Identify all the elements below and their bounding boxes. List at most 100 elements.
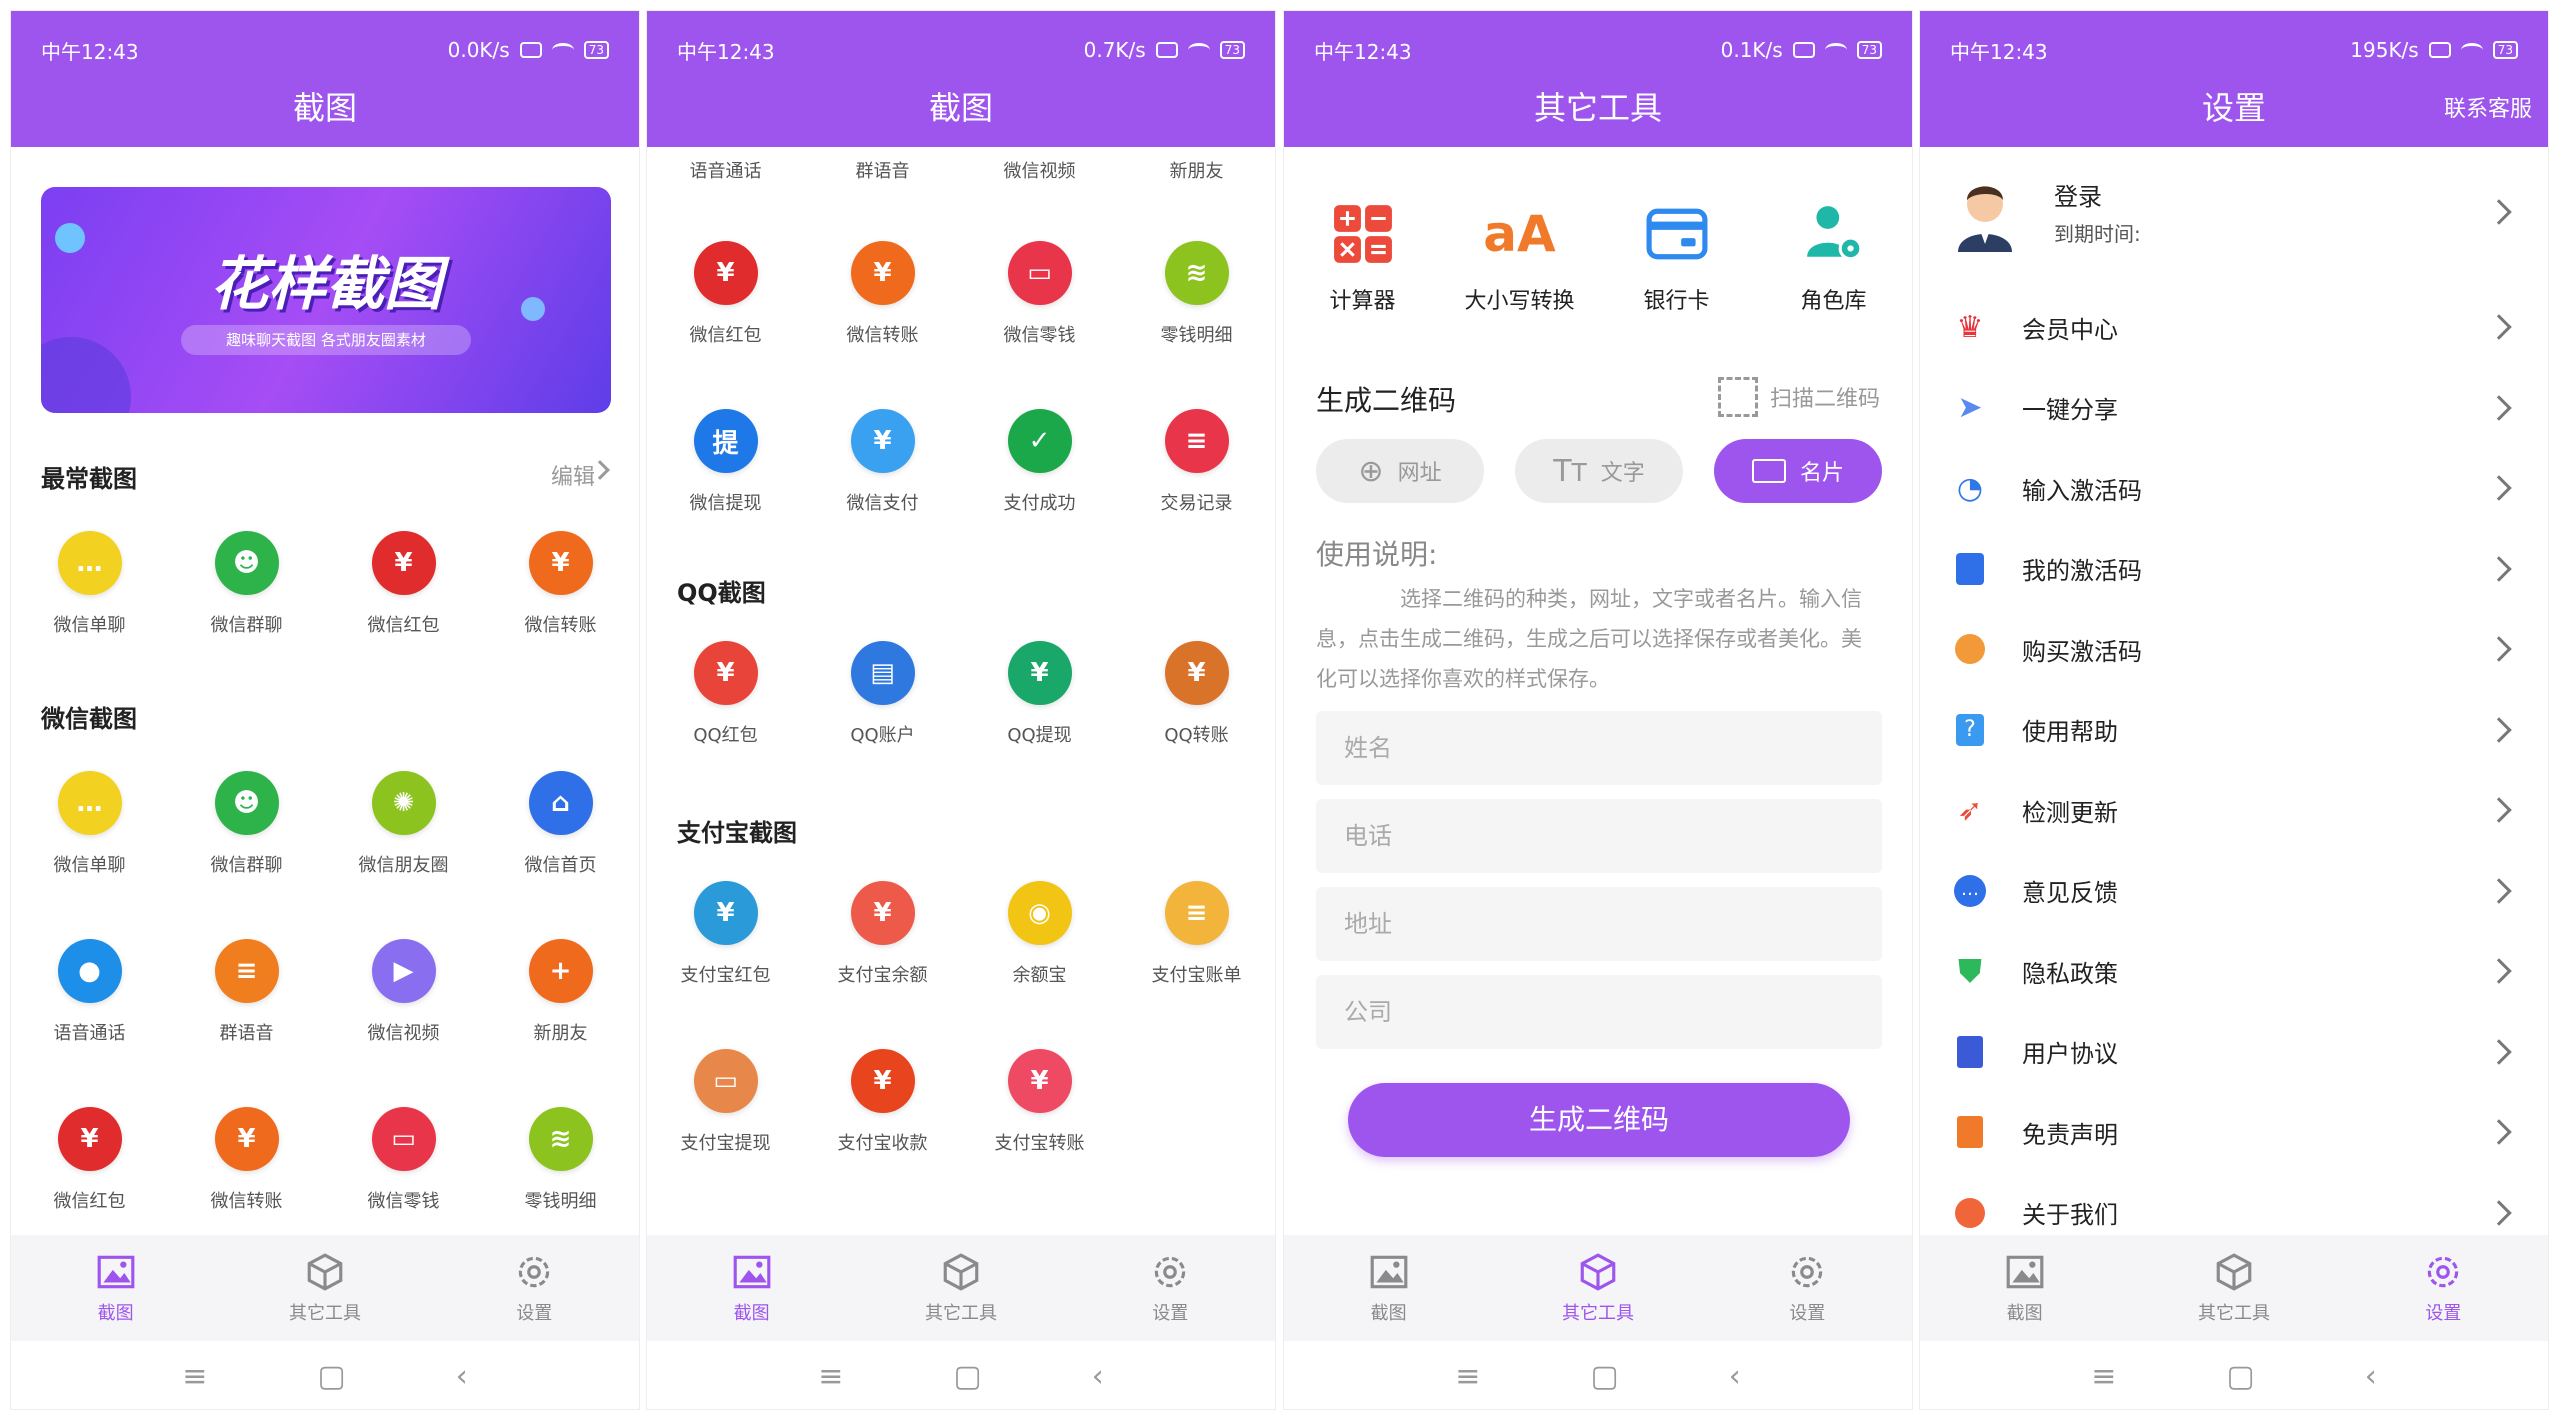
- grid-item[interactable]: 提微信提现: [647, 409, 804, 577]
- menu-item-help[interactable]: ? 使用帮助: [1920, 690, 2548, 771]
- grid-item[interactable]: ▤ QQ账户: [804, 641, 961, 809]
- system-nav-bar: ≡ ▢ ‹: [1920, 1341, 2548, 1409]
- tab-settings[interactable]: 设置: [2339, 1235, 2548, 1341]
- back-icon[interactable]: ‹: [1729, 1359, 1741, 1394]
- home-button-icon[interactable]: ▢: [1590, 1359, 1618, 1394]
- tool-character-library[interactable]: 角色库: [1755, 197, 1912, 315]
- menu-item-about[interactable]: 关于我们: [1920, 1173, 2548, 1236]
- grid-item[interactable]: ≡ 支付宝账单: [1118, 881, 1275, 1049]
- tool-bank-card[interactable]: 银行卡: [1598, 197, 1755, 315]
- home-button-icon[interactable]: ▢: [953, 1359, 981, 1394]
- chip-card[interactable]: 名片: [1714, 439, 1882, 503]
- tab-tools[interactable]: 其它工具: [856, 1235, 1065, 1341]
- tab-settings[interactable]: 设置: [1066, 1235, 1275, 1341]
- grid-item[interactable]: ¥ 微信转账: [168, 1107, 325, 1235]
- tool-calculator[interactable]: 计算器: [1284, 197, 1441, 315]
- menu-icon[interactable]: ≡: [182, 1359, 207, 1394]
- home-button-icon[interactable]: ▢: [317, 1359, 345, 1394]
- name-field[interactable]: [1316, 711, 1882, 785]
- grid-item[interactable]: ◉ 余额宝: [961, 881, 1118, 1049]
- grid-item[interactable]: ✺ 微信朋友圈: [325, 771, 482, 939]
- menu-item-member-center[interactable]: ♛ 会员中心: [1920, 287, 2548, 368]
- grid-label[interactable]: 群语音: [804, 157, 961, 183]
- wallet-icon: ▭: [371, 1107, 436, 1171]
- grid-item[interactable]: ¥ 微信红包: [325, 531, 482, 699]
- tab-tools[interactable]: 其它工具: [1493, 1235, 1702, 1341]
- main-content[interactable]: 语音通话 群语音 微信视频 新朋友 ¥ 微信红包 ¥ 微信转账 ▭ 微信零钱 ≋ 零钱明…: [647, 147, 1275, 1235]
- tab-settings[interactable]: 设置: [430, 1235, 639, 1341]
- chip-text[interactable]: TT 文字: [1515, 439, 1683, 503]
- back-icon[interactable]: ‹: [2365, 1359, 2377, 1394]
- menu-item-privacy[interactable]: ⛊ 隐私政策: [1920, 931, 2548, 1012]
- frequent-grid: … 微信单聊 ☻ 微信群聊 ¥ 微信红包 ¥ 微信转账: [11, 531, 639, 699]
- grid-item[interactable]: ¥ QQ提现: [961, 641, 1118, 809]
- tool-case-convert[interactable]: aA 大小写转换: [1441, 197, 1598, 315]
- menu-item-disclaimer[interactable]: 免责声明: [1920, 1092, 2548, 1173]
- menu-item-buy-code[interactable]: 购买激活码: [1920, 609, 2548, 690]
- home-button-icon[interactable]: ▢: [2226, 1359, 2254, 1394]
- network-speed: 195K/s: [2350, 38, 2419, 62]
- grid-item[interactable]: + 新朋友: [482, 939, 639, 1107]
- menu-item-check-update[interactable]: ➶ 检测更新: [1920, 770, 2548, 851]
- grid-item[interactable]: ¥ 微信支付: [804, 409, 961, 577]
- tab-settings[interactable]: 设置: [1703, 1235, 1912, 1341]
- tab-screenshot[interactable]: 截图: [1920, 1235, 2129, 1341]
- tab-tools[interactable]: 其它工具: [220, 1235, 429, 1341]
- grid-item[interactable]: ⌂ 微信首页: [482, 771, 639, 939]
- grid-label[interactable]: 新朋友: [1118, 157, 1275, 183]
- grid-item[interactable]: ¥ 微信红包: [647, 241, 804, 409]
- grid-item[interactable]: ▭ 微信零钱: [325, 1107, 482, 1235]
- generate-qr-button[interactable]: 生成二维码: [1348, 1083, 1850, 1157]
- menu-item-share[interactable]: ➤ 一键分享: [1920, 368, 2548, 449]
- grid-item[interactable]: ¥ 支付宝红包: [647, 881, 804, 1049]
- grid-item[interactable]: ☻ 微信群聊: [168, 771, 325, 939]
- contact-support-link[interactable]: 联系客服: [2444, 91, 2532, 123]
- grid-item[interactable]: ▭ 支付宝提现: [647, 1049, 804, 1217]
- address-field[interactable]: [1316, 887, 1882, 961]
- grid-item[interactable]: ¥ 微信红包: [11, 1107, 168, 1235]
- chip-url[interactable]: ⊕ 网址: [1316, 439, 1484, 503]
- tab-screenshot[interactable]: 截图: [1284, 1235, 1493, 1341]
- menu-icon[interactable]: ≡: [818, 1359, 843, 1394]
- login-row[interactable]: 登录 到期时间:: [1920, 147, 2548, 277]
- grid-item[interactable]: ¥ 支付宝转账: [961, 1049, 1118, 1217]
- company-field[interactable]: [1316, 975, 1882, 1049]
- grid-item[interactable]: ¥ 微信转账: [482, 531, 639, 699]
- grid-label[interactable]: 微信视频: [961, 157, 1118, 183]
- grid-item[interactable]: ¥ 支付宝收款: [804, 1049, 961, 1217]
- back-icon[interactable]: ‹: [456, 1359, 468, 1394]
- phone-field[interactable]: [1316, 799, 1882, 873]
- scan-qr-button[interactable]: 扫描二维码: [1717, 377, 1880, 417]
- menu-item-user-agreement[interactable]: 用户协议: [1920, 1012, 2548, 1093]
- grid-item[interactable]: ¥ QQ红包: [647, 641, 804, 809]
- grid-item[interactable]: ☻ 微信群聊: [168, 531, 325, 699]
- menu-icon[interactable]: ≡: [2091, 1359, 2116, 1394]
- grid-item[interactable]: … 微信单聊: [11, 771, 168, 939]
- grid-item[interactable]: ≡ 群语音: [168, 939, 325, 1107]
- grid-item[interactable]: ¥ QQ转账: [1118, 641, 1275, 809]
- grid-item[interactable]: ▶ 微信视频: [325, 939, 482, 1107]
- promo-banner[interactable]: 花样截图 趣味聊天截图 各式朋友圈素材: [41, 187, 611, 413]
- tab-screenshot[interactable]: 截图: [11, 1235, 220, 1341]
- grid-item[interactable]: ≋ 零钱明细: [1118, 241, 1275, 409]
- back-icon[interactable]: ‹: [1092, 1359, 1104, 1394]
- grid-item[interactable]: ≋ 零钱明细: [482, 1107, 639, 1235]
- grid-item[interactable]: ≡ 交易记录: [1118, 409, 1275, 577]
- menu-item-my-codes[interactable]: 我的激活码: [1920, 529, 2548, 610]
- transfer-icon: ¥: [1007, 1049, 1072, 1113]
- menu-item-enter-code[interactable]: ◔ 输入激活码: [1920, 448, 2548, 529]
- key-card-icon: [1952, 551, 1988, 587]
- tab-tools[interactable]: 其它工具: [2129, 1235, 2338, 1341]
- grid-item[interactable]: ✓ 支付成功: [961, 409, 1118, 577]
- menu-item-feedback[interactable]: … 意见反馈: [1920, 851, 2548, 932]
- grid-item[interactable]: ● 语音通话: [11, 939, 168, 1107]
- grid-item[interactable]: ▭ 微信零钱: [961, 241, 1118, 409]
- grid-item[interactable]: … 微信单聊: [11, 531, 168, 699]
- tab-screenshot[interactable]: 截图: [647, 1235, 856, 1341]
- menu-icon[interactable]: ≡: [1455, 1359, 1480, 1394]
- main-content[interactable]: 花样截图 趣味聊天截图 各式朋友圈素材 最常截图 编辑 … 微信单聊 ☻ 微信群聊 …: [11, 147, 639, 1235]
- grid-label[interactable]: 语音通话: [647, 157, 804, 183]
- grid-item[interactable]: ¥ 支付宝余额: [804, 881, 961, 1049]
- edit-link[interactable]: 编辑: [551, 459, 595, 491]
- grid-item[interactable]: ¥ 微信转账: [804, 241, 961, 409]
